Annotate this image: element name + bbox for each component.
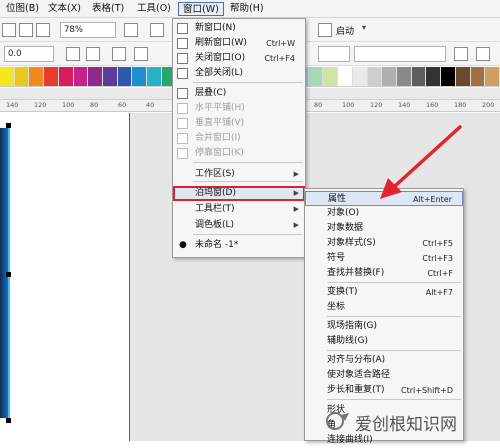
- watermark-logo-icon: [326, 412, 349, 430]
- watermark-text: 爱创根知识网: [355, 415, 457, 435]
- annotation-arrow: [380, 125, 462, 199]
